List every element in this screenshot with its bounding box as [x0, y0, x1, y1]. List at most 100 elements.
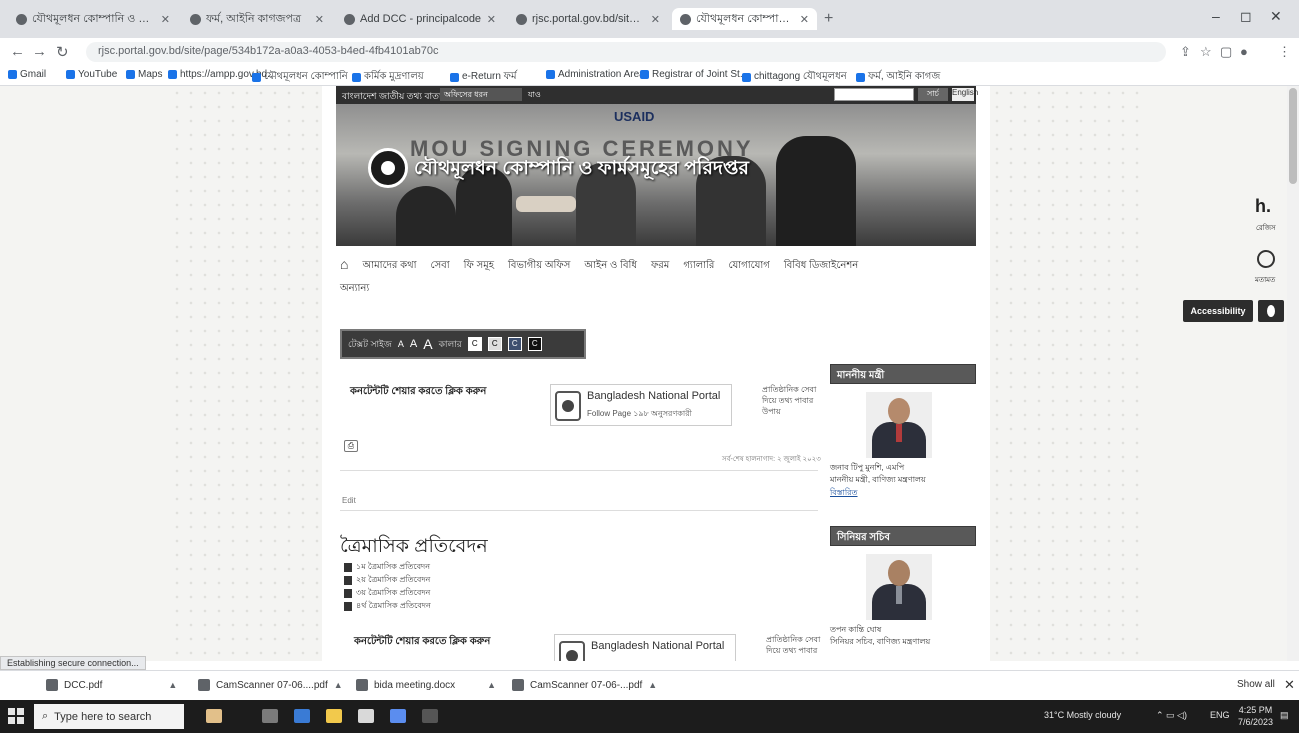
bookmark-item[interactable]: Registrar of Joint St... [640, 69, 748, 80]
address-bar[interactable]: rjsc.portal.gov.bd/site/page/534b172a-a0… [86, 42, 1166, 62]
bookmark-item[interactable]: যৌথমূলধন কোম্পানি [252, 69, 348, 86]
nav-item[interactable]: ফরম [651, 258, 669, 275]
text-size-normal-button[interactable]: A [410, 338, 417, 350]
close-tab-icon[interactable]: ✕ [651, 13, 660, 26]
national-portal-widget[interactable]: Bangladesh National Portal Follow Page ১… [550, 384, 732, 426]
back-arrow-icon[interactable]: ← [10, 43, 25, 60]
menu-dots-icon[interactable]: ⋮ [1278, 44, 1291, 60]
chevron-up-icon[interactable]: ▲ [168, 680, 177, 690]
input-language[interactable]: ENG [1210, 710, 1230, 720]
notification-icon[interactable]: ▤ [1280, 710, 1289, 721]
document-link[interactable]: ১ম ত্রৈমাসিক প্রতিবেদন [344, 561, 431, 574]
text-size-small-button[interactable]: A [398, 339, 404, 349]
color-swatch-button[interactable]: C [487, 337, 502, 351]
minister-details-link[interactable]: বিস্তারিত [830, 487, 976, 500]
document-link[interactable]: ২য় ত্রৈমাসিক প্রতিবেদন [344, 574, 431, 587]
national-portal-widget[interactable]: Bangladesh National Portal [554, 634, 736, 661]
bookmark-item[interactable]: কর্মিক মুদ্রণালয় [352, 69, 424, 86]
nav-item[interactable]: গ্যালারি [683, 258, 714, 275]
close-downloads-button[interactable]: ✕ [1284, 677, 1295, 693]
national-portal-title[interactable]: Bangladesh National Portal [587, 390, 720, 402]
nav-item[interactable]: আমাদের কথা [362, 258, 416, 275]
search-input[interactable] [834, 88, 914, 101]
close-tab-icon[interactable]: ✕ [161, 13, 170, 26]
nav-item[interactable]: ফি সমূহ [464, 258, 494, 275]
download-item[interactable]: CamScanner 07-06-...pdf ▲ [512, 679, 657, 691]
chevron-up-icon[interactable]: ▲ [648, 680, 657, 690]
browser-tab[interactable]: ফর্ম, আইনি কাগজপত্র ✕ [182, 8, 332, 30]
bookmark-item[interactable]: e-Return ফর্ম [450, 69, 517, 86]
search-button[interactable]: সার্চ [918, 88, 948, 101]
close-tab-icon[interactable]: ✕ [487, 13, 496, 26]
share-content-heading[interactable]: কনটেন্টটি শেয়ার করতে ক্লিক করুন [354, 634, 490, 651]
close-tab-icon[interactable]: ✕ [800, 13, 809, 26]
print-icon[interactable]: ⎙ [344, 440, 358, 452]
bookmark-item[interactable]: Administration Area [546, 69, 645, 80]
edit-link[interactable]: Edit [342, 496, 356, 505]
tray-icons[interactable]: ⌃ ▭ ◁) [1156, 710, 1187, 721]
share-content-heading[interactable]: কনটেন্টটি শেয়ার করতে ক্লিক করুন [350, 384, 486, 401]
profile-icon[interactable]: ● [1240, 44, 1248, 59]
bookmark-item[interactable]: chittagong যৌথমূলধন [742, 69, 847, 86]
browser-tab-active[interactable]: যৌথমূলধন কোম্পানি ও ফার্মসমূহ ✕ [672, 8, 817, 30]
download-item[interactable]: DCC.pdf ▲ [46, 679, 177, 691]
home-icon[interactable]: ⌂ [340, 257, 348, 275]
file-explorer-icon[interactable] [326, 709, 342, 723]
chrome-icon[interactable] [358, 709, 374, 723]
browser-tab[interactable]: Add DCC - principalcode ✕ [336, 8, 504, 30]
browser-tab[interactable]: rjsc.portal.gov.bd/site/page ✕ [508, 8, 668, 30]
follow-page-button[interactable]: Follow Page ১৯৮ অনুসরণকারী [587, 408, 692, 421]
text-size-large-button[interactable]: A [423, 336, 432, 352]
weather-widget[interactable]: 31°C Mostly cloudy [1044, 710, 1121, 720]
accessibility-button[interactable]: Accessibility [1183, 300, 1253, 322]
nav-item[interactable]: আইন ও বিধি [584, 258, 637, 275]
page-scrollbar[interactable] [1287, 86, 1299, 661]
close-window-button[interactable]: ✕ [1270, 8, 1282, 25]
go-button[interactable]: যাও [528, 89, 541, 102]
bookmark-item[interactable]: ফর্ম, আইনি কাগজ [856, 69, 940, 86]
taskbar-app-icon[interactable] [422, 709, 438, 723]
color-swatch-button[interactable]: C [467, 337, 482, 351]
nav-item[interactable]: বিভাগীয় অফিস [508, 258, 570, 275]
edge-icon[interactable] [294, 709, 310, 723]
forward-arrow-icon[interactable]: → [32, 43, 47, 60]
restore-button[interactable]: ◻ [1240, 8, 1252, 25]
task-view-icon[interactable] [262, 709, 278, 723]
color-swatch-button[interactable]: C [507, 337, 522, 351]
download-item[interactable]: bida meeting.docx ▲ [356, 679, 496, 691]
browser-tab[interactable]: যৌথমূলধন কোম্পানি ও ফার্মসমূহ ✕ [8, 8, 178, 30]
taskbar-clock[interactable]: 4:25 PM 7/6/2023 [1238, 704, 1273, 728]
share-icon[interactable]: ⇪ [1180, 44, 1191, 60]
accessibility-icon[interactable] [1258, 300, 1284, 322]
download-item[interactable]: CamScanner 07-06....pdf ▲ [198, 679, 343, 691]
nav-item[interactable]: সেবা [431, 258, 450, 275]
bookmark-item[interactable]: YouTube [66, 69, 117, 80]
show-all-button[interactable]: Show all [1237, 679, 1275, 690]
bookmark-item[interactable]: Maps [126, 69, 162, 80]
chevron-up-icon[interactable]: ▲ [487, 680, 496, 690]
color-swatch-button[interactable]: C [527, 337, 542, 351]
minimize-button[interactable]: – [1212, 8, 1220, 24]
extension-icon[interactable]: ▢ [1220, 44, 1232, 60]
national-portal-title[interactable]: Bangladesh National Portal [591, 640, 724, 652]
close-tab-icon[interactable]: ✕ [315, 13, 324, 26]
bookmark-item[interactable]: Gmail [8, 69, 46, 80]
chat-bubble-icon[interactable] [1257, 250, 1275, 268]
word-icon[interactable] [390, 709, 406, 723]
nav-item[interactable]: অন্যান্য [340, 281, 980, 298]
nav-item[interactable]: বিবিধ ডিজাইনেশন [784, 258, 858, 275]
language-button[interactable]: English [952, 88, 978, 101]
nav-item[interactable]: যোগাযোগ [728, 258, 769, 275]
portal-title[interactable]: বাংলাদেশ জাতীয় তথ্য বাতায়ন [342, 89, 452, 104]
office-type-select[interactable]: অফিসের ধরন [440, 88, 522, 101]
taskbar-search[interactable]: ⌕ Type here to search [34, 704, 184, 729]
document-link[interactable]: ৪র্থ ত্রৈমাসিক প্রতিবেদন [344, 600, 431, 613]
cortana-icon[interactable] [206, 709, 222, 723]
bookmark-star-icon[interactable]: ☆ [1200, 44, 1212, 60]
new-tab-button[interactable]: + [824, 10, 833, 28]
rjsc-widget-logo[interactable]: h. [1255, 196, 1271, 217]
document-link[interactable]: ৩য় ত্রৈমাসিক প্রতিবেদন [344, 587, 431, 600]
windows-start-icon[interactable] [8, 708, 24, 724]
chevron-up-icon[interactable]: ▲ [334, 680, 343, 690]
scrollbar-thumb[interactable] [1289, 88, 1297, 184]
